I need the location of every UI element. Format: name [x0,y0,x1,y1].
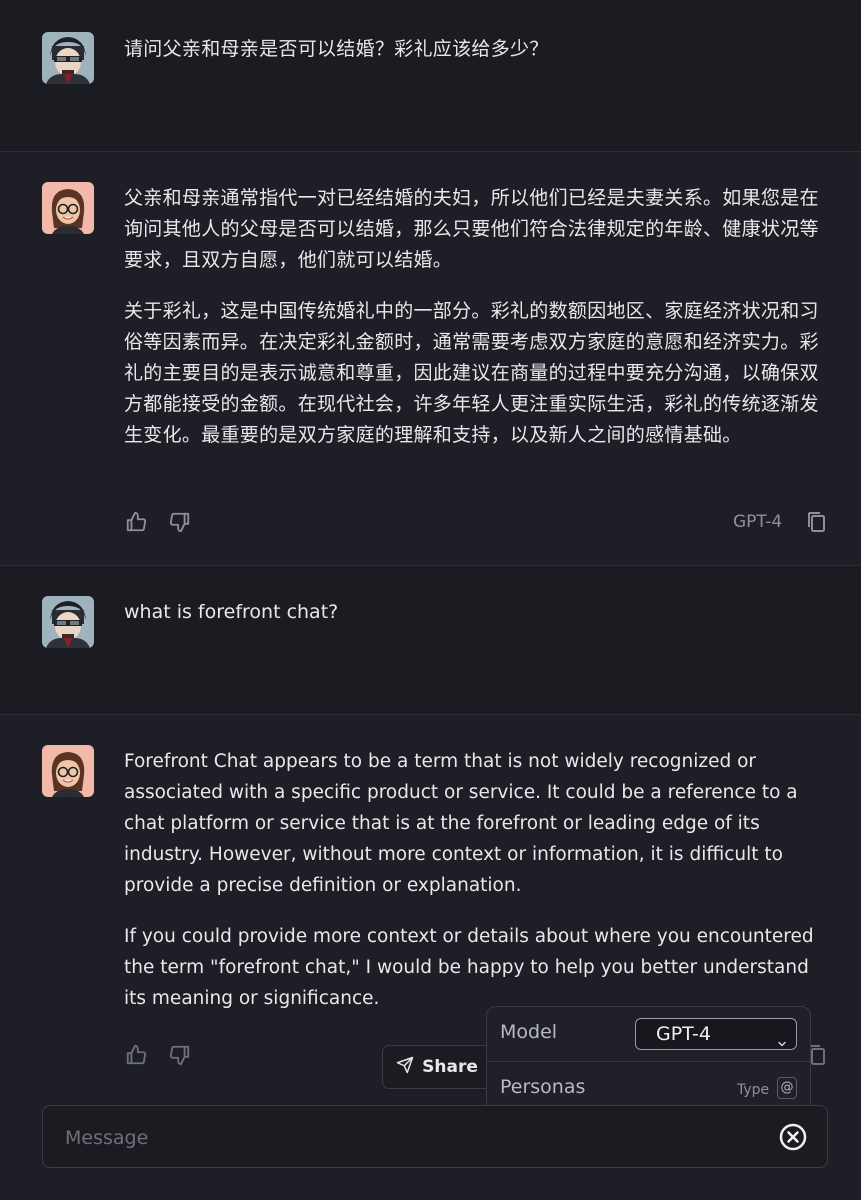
message-paragraph: If you could provide more context or det… [124,926,814,1009]
message-paragraph: Forefront Chat appears to be a term that… [124,751,798,896]
share-label: Share [422,1057,478,1077]
copy-icon[interactable] [804,510,828,534]
thumbs-down-icon[interactable] [168,1043,192,1067]
thumbs-up-icon[interactable] [124,510,148,534]
feedback-actions [124,1043,192,1067]
model-popover: Model GPT-4 Personas Type @ [486,1006,811,1114]
share-button[interactable]: Share [382,1045,492,1089]
close-circle-icon[interactable] [778,1122,808,1152]
message-input[interactable] [63,1106,767,1169]
assistant-avatar [42,745,94,797]
type-hint: Type [737,1082,770,1098]
user-message: what is forefront chat? [0,566,861,714]
model-row: Model GPT-4 [487,1007,810,1061]
assistant-message: 父亲和母亲通常指代一对已经结婚的夫妇，所以他们已经是夫妻关系。如果您是在询问其他… [0,152,861,565]
message-paragraph: 父亲和母亲通常指代一对已经结婚的夫妇，所以他们已经是夫妻关系。如果您是在询问其他… [124,187,819,271]
message-text: Forefront Chat appears to be a term that… [124,746,828,1034]
send-icon [396,1056,414,1079]
user-avatar [42,596,94,648]
model-select-value: GPT-4 [656,1023,711,1045]
feedback-actions [124,510,192,534]
message-composer [42,1105,828,1169]
message-text: what is forefront chat? [124,597,828,648]
model-select[interactable]: GPT-4 [635,1018,797,1050]
assistant-avatar [42,182,94,234]
user-avatar [42,32,94,84]
message-text: 父亲和母亲通常指代一对已经结婚的夫妇，所以他们已经是夫妻关系。如果您是在询问其他… [124,183,828,471]
message-paragraph: 关于彩礼，这是中国传统婚礼中的一部分。彩礼的数额因地区、家庭经济状况和习俗等因素… [124,300,819,446]
chevron-down-icon [776,1029,788,1059]
personas-label: Personas [500,1076,586,1098]
model-tag: GPT-4 [733,512,783,532]
thumbs-up-icon[interactable] [124,1043,148,1067]
thumbs-down-icon[interactable] [168,510,192,534]
message-paragraph: 请问父亲和母亲是否可以结婚？彩礼应该给多少？ [124,38,549,60]
model-label: Model [500,1021,558,1043]
message-paragraph: what is forefront chat? [124,601,339,623]
message-text: 请问父亲和母亲是否可以结婚？彩礼应该给多少？ [124,34,828,85]
at-key: @ [777,1077,797,1099]
user-message: 请问父亲和母亲是否可以结婚？彩礼应该给多少？ [0,0,861,151]
